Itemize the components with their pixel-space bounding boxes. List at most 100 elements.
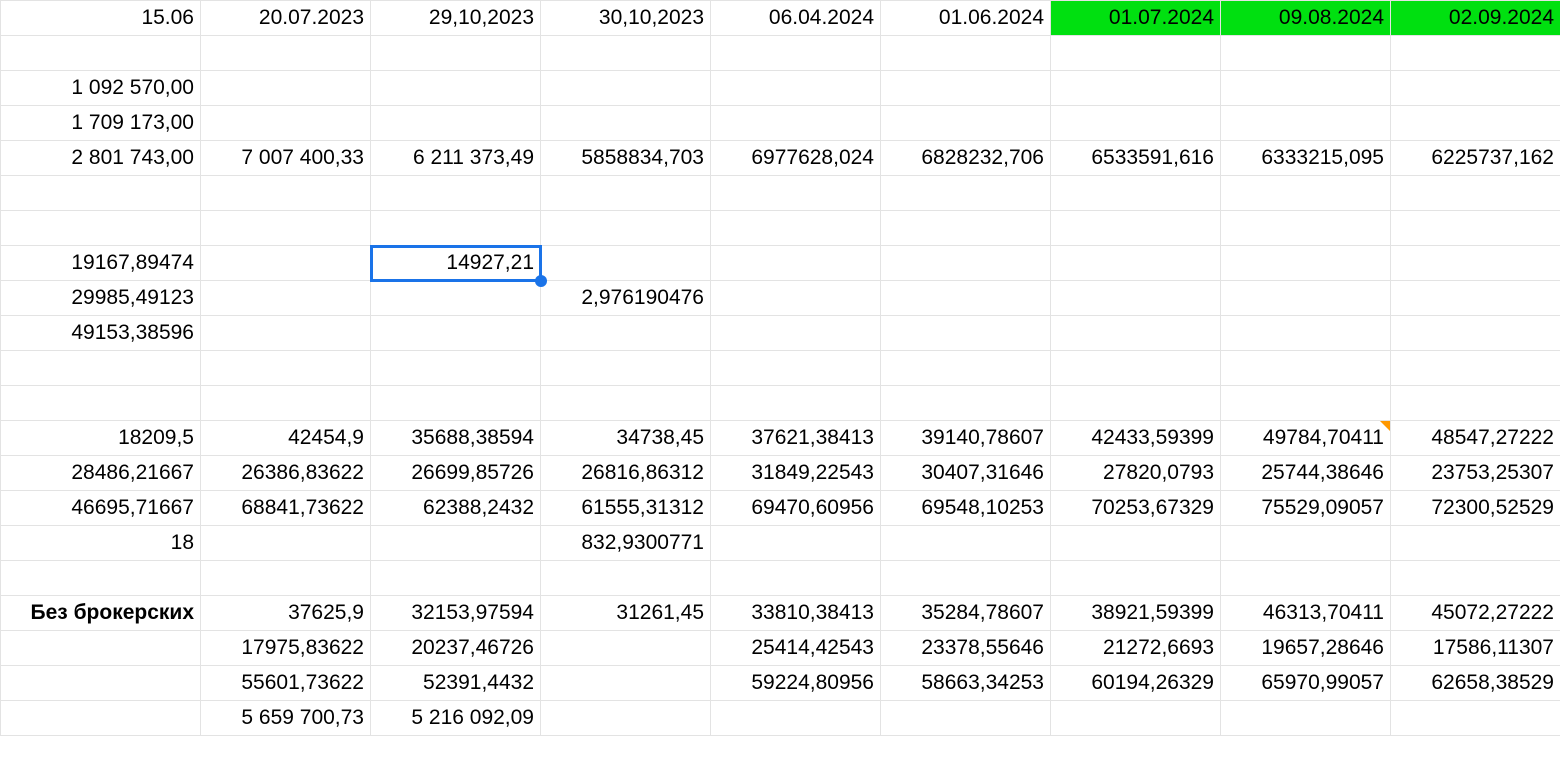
data-cell[interactable]: 38921,59399 (1051, 596, 1221, 631)
data-cell[interactable]: 25744,38646 (1221, 456, 1391, 491)
data-cell[interactable] (371, 561, 541, 596)
data-cell[interactable]: 39140,78607 (881, 421, 1051, 456)
data-cell[interactable] (1391, 36, 1560, 71)
data-cell[interactable]: 42433,59399 (1051, 421, 1221, 456)
header-cell[interactable]: 15.06 (1, 1, 201, 36)
data-cell[interactable] (201, 36, 371, 71)
data-cell[interactable] (881, 36, 1051, 71)
data-cell[interactable]: 20237,46726 (371, 631, 541, 666)
data-cell[interactable] (711, 71, 881, 106)
data-cell[interactable]: 60194,26329 (1051, 666, 1221, 701)
data-cell[interactable]: 2 801 743,00 (1, 141, 201, 176)
data-cell[interactable] (711, 36, 881, 71)
data-cell[interactable]: 55601,73622 (201, 666, 371, 701)
data-cell[interactable]: 37621,38413 (711, 421, 881, 456)
data-cell[interactable] (1051, 316, 1221, 351)
selection-fill-handle[interactable] (535, 275, 547, 287)
data-cell[interactable] (881, 106, 1051, 141)
data-cell[interactable]: 27820,0793 (1051, 456, 1221, 491)
data-cell[interactable]: 45072,27222 (1391, 596, 1560, 631)
data-cell[interactable] (1, 211, 201, 246)
data-cell[interactable]: 46313,70411 (1221, 596, 1391, 631)
data-cell[interactable] (371, 351, 541, 386)
data-cell[interactable] (1051, 561, 1221, 596)
header-cell[interactable]: 09.08.2024 (1221, 1, 1391, 36)
data-cell[interactable] (711, 176, 881, 211)
data-cell[interactable] (881, 561, 1051, 596)
data-cell[interactable]: 58663,34253 (881, 666, 1051, 701)
data-cell[interactable]: 6333215,095 (1221, 141, 1391, 176)
data-cell[interactable]: 32153,97594 (371, 596, 541, 631)
data-cell[interactable] (1, 561, 201, 596)
data-cell[interactable] (1221, 316, 1391, 351)
data-cell[interactable]: 70253,67329 (1051, 491, 1221, 526)
data-cell[interactable]: 49153,38596 (1, 316, 201, 351)
data-cell[interactable] (541, 36, 711, 71)
data-cell[interactable] (1221, 246, 1391, 281)
data-cell[interactable] (1051, 176, 1221, 211)
data-cell[interactable]: 18209,5 (1, 421, 201, 456)
data-cell[interactable]: 6977628,024 (711, 141, 881, 176)
data-cell[interactable]: 7 007 400,33 (201, 141, 371, 176)
data-cell[interactable]: 18 (1, 526, 201, 561)
data-cell[interactable] (1221, 386, 1391, 421)
data-cell[interactable] (1391, 386, 1560, 421)
data-cell[interactable]: 34738,45 (541, 421, 711, 456)
data-cell[interactable]: 5 216 092,09 (371, 701, 541, 736)
data-cell[interactable] (541, 701, 711, 736)
data-cell[interactable] (1, 701, 201, 736)
data-cell[interactable] (711, 701, 881, 736)
data-cell[interactable]: 61555,31312 (541, 491, 711, 526)
data-cell[interactable] (711, 386, 881, 421)
data-cell[interactable] (1051, 351, 1221, 386)
data-cell[interactable] (711, 561, 881, 596)
data-cell[interactable]: 26699,85726 (371, 456, 541, 491)
data-cell[interactable] (1221, 106, 1391, 141)
data-cell[interactable]: 52391,4432 (371, 666, 541, 701)
data-cell[interactable] (1221, 36, 1391, 71)
data-cell[interactable] (1391, 106, 1560, 141)
data-cell[interactable] (201, 176, 371, 211)
data-cell[interactable]: 69470,60956 (711, 491, 881, 526)
data-cell[interactable] (1221, 176, 1391, 211)
data-cell[interactable] (1391, 561, 1560, 596)
data-cell[interactable] (881, 386, 1051, 421)
data-cell[interactable]: 46695,71667 (1, 491, 201, 526)
data-cell[interactable] (541, 386, 711, 421)
data-cell[interactable] (541, 351, 711, 386)
data-cell[interactable]: 26386,83622 (201, 456, 371, 491)
data-cell[interactable] (201, 561, 371, 596)
data-cell[interactable]: 29985,49123 (1, 281, 201, 316)
data-cell[interactable]: 26816,86312 (541, 456, 711, 491)
data-cell[interactable]: 1 709 173,00 (1, 106, 201, 141)
data-cell[interactable] (881, 71, 1051, 106)
data-cell[interactable] (1, 176, 201, 211)
data-cell[interactable] (1051, 526, 1221, 561)
spreadsheet-grid[interactable]: 15.0620.07.202329,10,202330,10,202306.04… (0, 0, 1560, 736)
data-cell[interactable] (541, 211, 711, 246)
data-cell[interactable]: 49784,70411 (1221, 421, 1391, 456)
data-cell[interactable]: 21272,6693 (1051, 631, 1221, 666)
data-cell[interactable]: 30407,31646 (881, 456, 1051, 491)
data-cell[interactable] (1051, 281, 1221, 316)
data-cell[interactable] (541, 71, 711, 106)
selected-cell[interactable]: 14927,21 (371, 246, 541, 281)
data-cell[interactable]: 5 659 700,73 (201, 701, 371, 736)
data-cell[interactable]: 17975,83622 (201, 631, 371, 666)
data-cell[interactable]: 6225737,162 (1391, 141, 1560, 176)
data-cell[interactable] (201, 106, 371, 141)
data-cell[interactable]: 62388,2432 (371, 491, 541, 526)
data-cell[interactable] (1051, 71, 1221, 106)
data-cell[interactable]: 69548,10253 (881, 491, 1051, 526)
data-cell[interactable] (1051, 246, 1221, 281)
data-cell[interactable] (1, 351, 201, 386)
data-cell[interactable] (1221, 351, 1391, 386)
data-cell[interactable] (881, 176, 1051, 211)
data-cell[interactable]: 31261,45 (541, 596, 711, 631)
data-cell[interactable]: 832,9300771 (541, 526, 711, 561)
data-cell[interactable] (201, 526, 371, 561)
data-cell[interactable] (1221, 281, 1391, 316)
data-cell[interactable]: 33810,38413 (711, 596, 881, 631)
data-cell[interactable]: 42454,9 (201, 421, 371, 456)
data-cell[interactable] (881, 526, 1051, 561)
